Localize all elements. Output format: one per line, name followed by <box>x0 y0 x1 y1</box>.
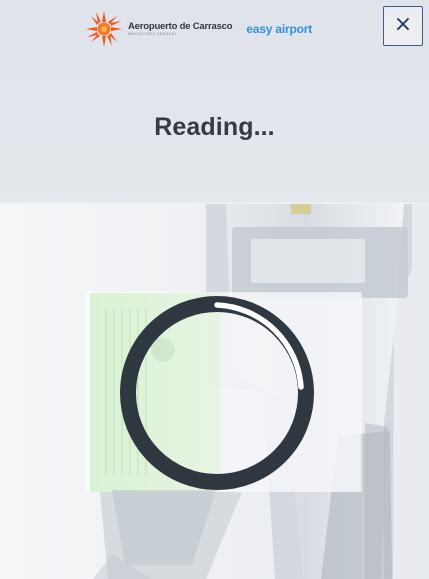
brand-bar: Aeropuerto de Carrasco MONTEVIDEO URUGUA… <box>84 7 334 51</box>
airport-subtitle: MONTEVIDEO URUGUAY <box>128 32 177 37</box>
easy-airport-logo-text: asy airport <box>252 22 313 36</box>
airport-title: Aeropuerto de Carrasco <box>128 20 233 32</box>
reading-header: Aeropuerto de Carrasco MONTEVIDEO URUGUA… <box>0 0 429 204</box>
easy-airport-logo: e asy airport <box>246 22 312 36</box>
close-icon: × <box>393 12 413 37</box>
airport-name: Aeropuerto de Carrasco MONTEVIDEO URUGUA… <box>128 20 233 37</box>
reading-screen: Aeropuerto de Carrasco MONTEVIDEO URUGUA… <box>0 0 429 579</box>
loading-ring-icon <box>117 293 317 493</box>
sun-logo-icon <box>86 11 122 47</box>
reading-status-title: Reading... <box>154 113 275 141</box>
close-button[interactable]: × <box>383 6 423 46</box>
